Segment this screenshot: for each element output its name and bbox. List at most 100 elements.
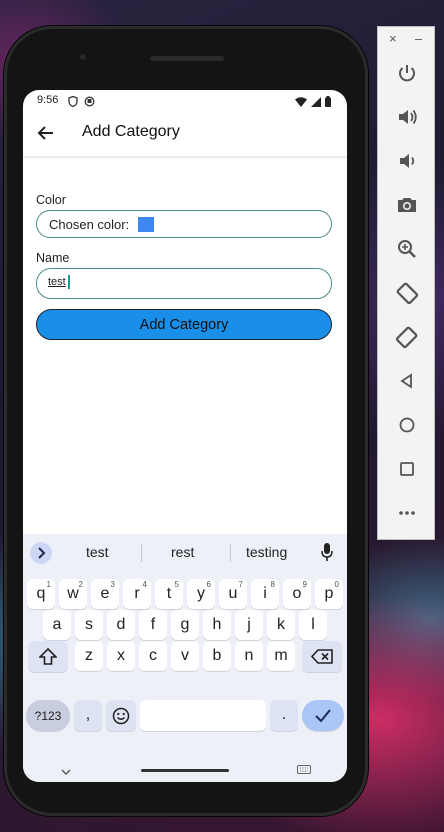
backspace-icon <box>311 649 333 664</box>
key-q[interactable]: q1 <box>27 579 55 609</box>
key-label: v <box>181 647 189 664</box>
zoom-icon[interactable] <box>391 233 423 265</box>
key-m[interactable]: m <box>267 641 295 671</box>
camera-icon[interactable] <box>391 189 423 221</box>
key-x[interactable]: x <box>107 641 135 671</box>
name-input-value: test <box>48 276 66 288</box>
key-t[interactable]: t5 <box>155 579 183 609</box>
key-h[interactable]: h <box>203 610 231 640</box>
key-z[interactable]: z <box>75 641 103 671</box>
key-label: b <box>212 647 222 664</box>
key-hint: 9 <box>302 580 307 589</box>
rotate-left-icon[interactable] <box>391 277 423 309</box>
volume-up-icon[interactable] <box>391 101 423 133</box>
front-camera <box>78 52 88 62</box>
key-c[interactable]: c <box>139 641 167 671</box>
text-cursor <box>68 275 70 289</box>
period-key[interactable]: . <box>270 700 298 731</box>
color-label: Color <box>36 193 66 207</box>
key-y[interactable]: y6 <box>187 579 215 609</box>
back-icon[interactable] <box>391 365 423 397</box>
earpiece-speaker <box>150 56 224 61</box>
suggestion-divider <box>230 544 231 562</box>
minimize-icon[interactable]: – <box>415 31 422 46</box>
add-category-button-label: Add Category <box>139 317 229 333</box>
key-label: m <box>274 647 288 664</box>
key-label: g <box>180 616 190 633</box>
key-hint: 2 <box>78 580 83 589</box>
suggestion-divider <box>141 544 142 562</box>
home-icon[interactable] <box>391 409 423 441</box>
key-i[interactable]: i8 <box>251 579 279 609</box>
color-picker-field[interactable]: Chosen color: <box>36 210 332 238</box>
key-label: k <box>277 616 285 633</box>
key-s[interactable]: s <box>75 610 103 640</box>
more-icon[interactable] <box>391 497 423 529</box>
key-e[interactable]: e3 <box>91 579 119 609</box>
close-icon[interactable]: × <box>389 31 397 46</box>
add-category-button[interactable]: Add Category <box>36 309 332 340</box>
key-b[interactable]: b <box>203 641 231 671</box>
key-label: n <box>244 647 254 664</box>
arrow-left-icon[interactable] <box>35 122 57 144</box>
key-v[interactable]: v <box>171 641 199 671</box>
chevron-right-icon <box>38 547 46 559</box>
microphone-icon[interactable] <box>321 543 333 566</box>
on-screen-keyboard: test rest testing q1w2e3r4t5y6u7i8o9p0 a… <box>23 534 347 782</box>
keyboard-switch-icon[interactable] <box>297 761 311 779</box>
checkmark-icon <box>315 709 331 722</box>
key-label: l <box>311 616 315 633</box>
name-input[interactable]: test <box>36 268 332 299</box>
name-label: Name <box>36 251 70 265</box>
suggestion-2[interactable]: rest <box>171 544 194 560</box>
key-label: j <box>247 616 251 633</box>
key-l[interactable]: l <box>299 610 327 640</box>
suggestion-1[interactable]: test <box>86 544 109 560</box>
volume-down-icon[interactable] <box>391 145 423 177</box>
rotate-right-icon[interactable] <box>391 321 423 353</box>
key-f[interactable]: f <box>139 610 167 640</box>
backspace-key[interactable] <box>302 641 342 672</box>
space-key[interactable] <box>140 700 266 731</box>
key-w[interactable]: w2 <box>59 579 87 609</box>
phone-frame: 9:56 Add Category Color Chosen color: Na… <box>4 26 368 816</box>
key-o[interactable]: o9 <box>283 579 311 609</box>
symbols-key[interactable]: ?123 <box>26 700 70 731</box>
key-hint: 0 <box>334 580 339 589</box>
key-label: c <box>149 647 157 664</box>
key-label: f <box>150 616 156 633</box>
key-p[interactable]: p0 <box>315 579 343 609</box>
status-time: 9:56 <box>37 94 59 106</box>
shift-icon <box>39 648 57 665</box>
overview-icon[interactable] <box>391 453 423 485</box>
key-r[interactable]: r4 <box>123 579 151 609</box>
phone-screen: 9:56 Add Category Color Chosen color: Na… <box>23 90 347 782</box>
suggestion-3[interactable]: testing <box>246 544 287 560</box>
power-icon[interactable] <box>391 57 423 89</box>
key-hint: 4 <box>142 580 147 589</box>
key-u[interactable]: u7 <box>219 579 247 609</box>
suggestion-strip: test rest testing <box>23 534 347 572</box>
chevron-down-icon[interactable] <box>61 763 71 781</box>
gesture-handle[interactable] <box>141 769 229 772</box>
comma-key[interactable]: , <box>74 700 102 731</box>
app-bar: Add Category <box>23 110 347 157</box>
key-j[interactable]: j <box>235 610 263 640</box>
status-bar: 9:56 <box>23 90 347 110</box>
key-g[interactable]: g <box>171 610 199 640</box>
emulator-toolbar: × – <box>377 26 435 540</box>
shift-key[interactable] <box>28 641 68 672</box>
color-swatch[interactable] <box>138 217 154 232</box>
key-label: h <box>212 616 222 633</box>
navigation-bar <box>23 756 347 782</box>
key-label: z <box>85 647 93 664</box>
key-a[interactable]: a <box>43 610 71 640</box>
key-hint: 7 <box>238 580 243 589</box>
key-k[interactable]: k <box>267 610 295 640</box>
chosen-color-text: Chosen color: <box>49 217 130 232</box>
key-n[interactable]: n <box>235 641 263 671</box>
enter-key[interactable] <box>302 700 344 731</box>
emoji-key[interactable] <box>106 700 136 731</box>
key-d[interactable]: d <box>107 610 135 640</box>
expand-toolbar-button[interactable] <box>30 542 52 564</box>
